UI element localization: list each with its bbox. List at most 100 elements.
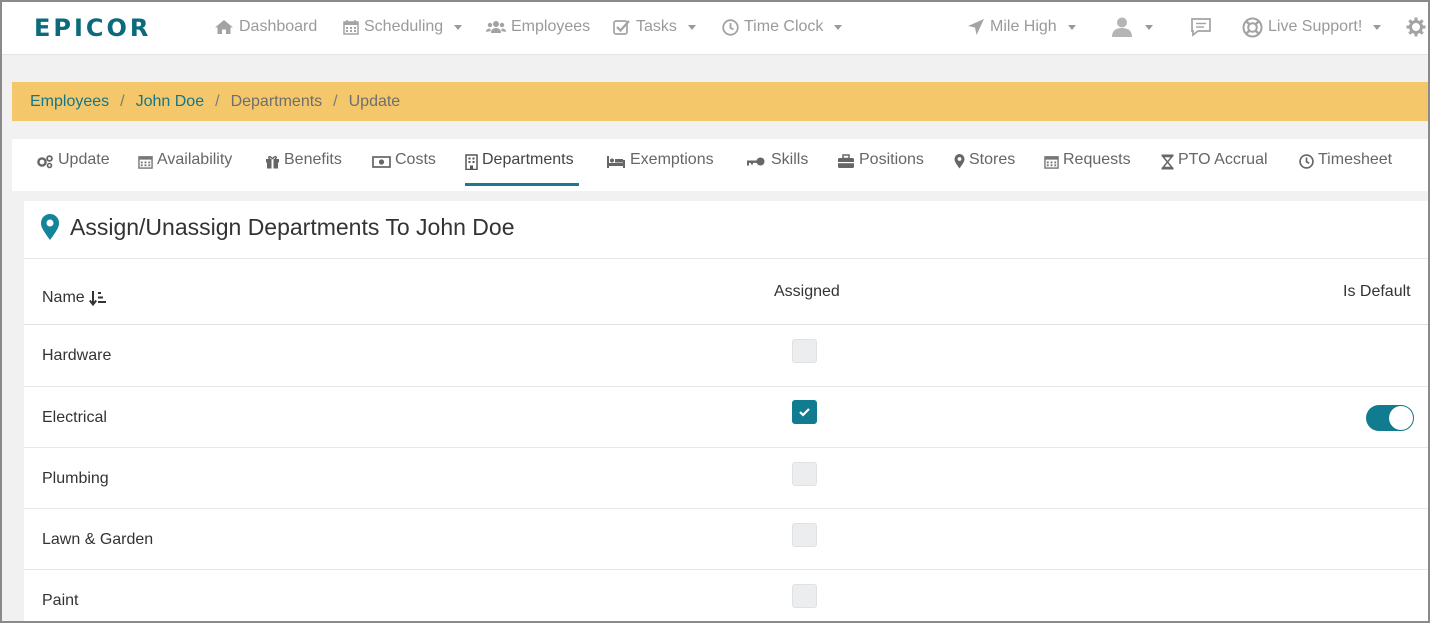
divider: [24, 386, 1428, 387]
clock-icon: [722, 18, 739, 36]
divider: [24, 508, 1428, 509]
briefcase-icon: [838, 154, 854, 168]
breadcrumb-departments: Departments: [230, 92, 323, 110]
chevron-down-icon: [687, 24, 696, 30]
chevron-down-icon: [1067, 24, 1076, 30]
breadcrumb: Employees / John Doe / Departments / Upd…: [12, 82, 1428, 121]
check-icon: [799, 408, 810, 417]
tab-availability[interactable]: Availability: [138, 151, 232, 187]
tab-exemptions-label: Exemptions: [630, 151, 714, 168]
department-name: Paint: [42, 592, 79, 609]
top-navbar: EPICOR Dashboard Scheduling Employees Ta…: [2, 2, 1428, 55]
is-default-toggle[interactable]: [1366, 405, 1414, 431]
live-support-menu[interactable]: Live Support!: [1242, 16, 1382, 38]
column-header-name[interactable]: Name: [42, 289, 107, 307]
epicor-logo[interactable]: EPICOR: [34, 14, 151, 42]
chevron-down-icon: [1373, 24, 1382, 30]
nav-employees-label: Employees: [511, 18, 591, 35]
nav-time-clock-label: Time Clock: [744, 18, 824, 35]
checkbox-icon: [613, 20, 630, 35]
chevron-down-icon: [1145, 24, 1153, 30]
nav-dashboard[interactable]: Dashboard: [214, 16, 317, 38]
chat-icon: [1191, 18, 1211, 37]
money-icon: [372, 156, 391, 168]
tab-costs-label: Costs: [395, 151, 436, 168]
location-arrow-icon: [968, 19, 984, 35]
tab-departments-label: Departments: [482, 151, 574, 168]
gear-icon: [1406, 17, 1426, 37]
tab-costs[interactable]: Costs: [372, 151, 436, 187]
tab-requests-label: Requests: [1063, 151, 1131, 168]
nav-scheduling-label: Scheduling: [364, 18, 444, 35]
column-header-name-label: Name: [42, 289, 85, 306]
tab-skills[interactable]: Skills: [746, 151, 808, 187]
live-support-label: Live Support!: [1268, 18, 1363, 35]
tab-update[interactable]: Update: [36, 151, 110, 187]
chevron-down-icon: [834, 24, 843, 30]
breadcrumb-separator: /: [333, 92, 338, 110]
location-label: Mile High: [990, 18, 1057, 35]
divider: [24, 324, 1428, 325]
key-icon: [747, 157, 765, 166]
tab-timesheet-label: Timesheet: [1318, 151, 1393, 168]
toggle-knob: [1389, 406, 1413, 430]
tab-departments[interactable]: Departments: [465, 151, 574, 187]
active-tab-indicator: [465, 183, 579, 186]
tab-exemptions[interactable]: Exemptions: [606, 151, 714, 187]
employee-tabs: Update Availability Benefits Costs Depar…: [12, 139, 1428, 191]
column-header-assigned: Assigned: [774, 283, 840, 300]
card-header: Assign/Unassign Departments To John Doe: [40, 213, 514, 241]
location-selector[interactable]: Mile High: [967, 16, 1076, 38]
chevron-down-icon: [454, 24, 463, 30]
gears-icon: [37, 155, 53, 169]
clock-icon: [1299, 154, 1314, 169]
card-title: Assign/Unassign Departments To John Doe: [70, 213, 515, 240]
app-window: EPICOR Dashboard Scheduling Employees Ta…: [0, 0, 1430, 623]
users-icon: [486, 21, 506, 33]
divider: [24, 258, 1428, 259]
gift-icon: [266, 156, 279, 169]
tab-positions[interactable]: Positions: [837, 151, 924, 187]
settings-button[interactable]: [1406, 16, 1426, 38]
department-name: Lawn & Garden: [42, 531, 154, 548]
tab-stores-label: Stores: [969, 151, 1016, 168]
calendar-icon: [138, 156, 153, 169]
tab-benefits[interactable]: Benefits: [265, 151, 342, 187]
breadcrumb-employees[interactable]: Employees: [30, 93, 109, 111]
assigned-checkbox[interactable]: [792, 462, 817, 486]
user-menu[interactable]: [1110, 16, 1153, 38]
assigned-checkbox[interactable]: [792, 584, 817, 608]
tab-positions-label: Positions: [859, 151, 924, 168]
messages-button[interactable]: [1190, 16, 1212, 38]
divider: [24, 447, 1428, 448]
nav-employees[interactable]: Employees: [486, 16, 590, 38]
tab-timesheet[interactable]: Timesheet: [1299, 151, 1392, 187]
divider: [24, 569, 1428, 570]
building-icon: [465, 154, 478, 170]
department-name: Hardware: [42, 347, 112, 364]
breadcrumb-john-doe[interactable]: John Doe: [136, 93, 205, 111]
nav-scheduling[interactable]: Scheduling: [343, 16, 463, 38]
sort-ascending-icon: [88, 291, 106, 307]
tab-pto-accrual-label: PTO Accrual: [1178, 151, 1268, 168]
tab-requests[interactable]: Requests: [1044, 151, 1131, 187]
map-marker-icon: [41, 214, 59, 240]
assigned-checkbox[interactable]: [792, 523, 817, 547]
breadcrumb-separator: /: [120, 92, 125, 110]
department-name: Plumbing: [42, 470, 109, 487]
tab-availability-label: Availability: [157, 151, 233, 168]
nav-time-clock[interactable]: Time Clock: [722, 16, 843, 38]
home-icon: [215, 20, 233, 34]
tab-pto-accrual[interactable]: PTO Accrual: [1161, 151, 1268, 187]
nav-tasks[interactable]: Tasks: [613, 16, 696, 38]
hourglass-icon: [1161, 154, 1174, 170]
nav-tasks-label: Tasks: [636, 18, 677, 35]
department-name: Electrical: [42, 409, 107, 426]
breadcrumb-update: Update: [348, 92, 401, 110]
tab-stores[interactable]: Stores: [954, 151, 1015, 187]
bed-icon: [607, 156, 625, 168]
calendar-icon: [343, 20, 359, 35]
tab-update-label: Update: [58, 151, 110, 168]
assigned-checkbox[interactable]: [792, 400, 817, 424]
assigned-checkbox[interactable]: [792, 339, 817, 363]
